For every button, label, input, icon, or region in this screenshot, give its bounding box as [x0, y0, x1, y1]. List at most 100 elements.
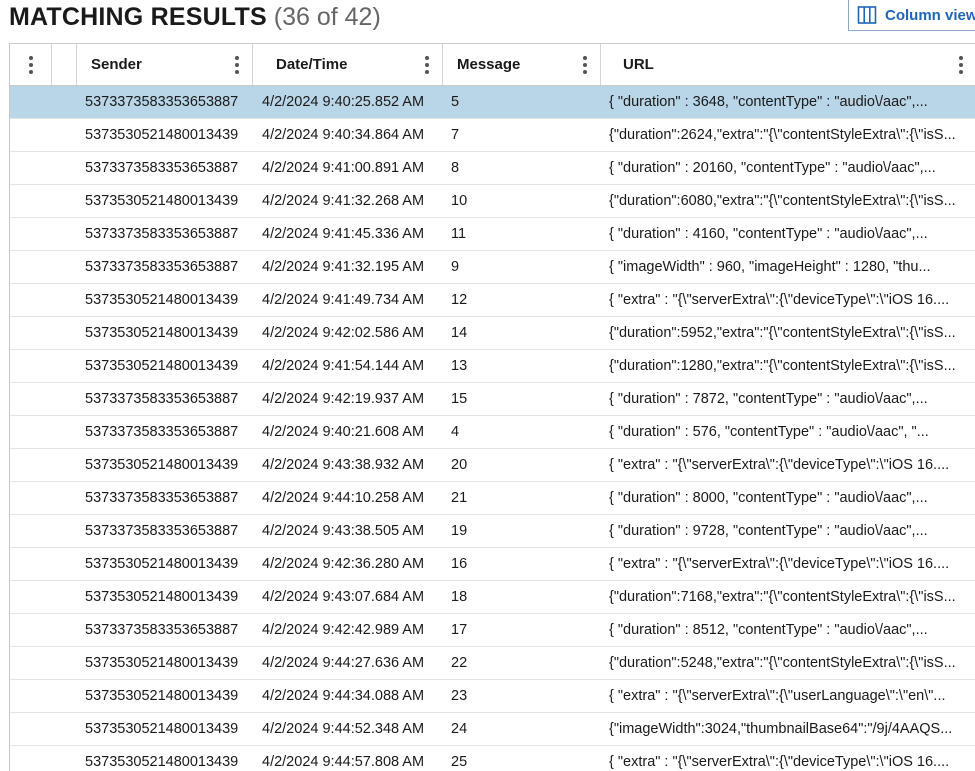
message-cell-text: 11 [451, 226, 467, 242]
url-cell-text: { "extra" : "{\"serverExtra\":{\"deviceT… [609, 292, 950, 308]
row-handle [10, 350, 52, 382]
url-cell-text: { "duration" : 7872, "contentType" : "au… [609, 391, 928, 407]
message-cell: 9 [443, 251, 601, 283]
table-row[interactable]: 5373530521480013439 4/2/2024 9:43:38.932 … [10, 449, 975, 482]
url-cell-text: { "extra" : "{\"serverExtra\":{\"userLan… [609, 688, 946, 704]
column-view-button[interactable]: Column view [848, 0, 975, 31]
message-cell: 15 [443, 383, 601, 415]
message-cell-text: 18 [451, 589, 468, 605]
datetime-cell: 4/2/2024 9:42:36.280 AM [253, 548, 443, 580]
datetime-cell: 4/2/2024 9:44:10.258 AM [253, 482, 443, 514]
table-row[interactable]: 5373530521480013439 4/2/2024 9:44:34.088 … [10, 680, 975, 713]
table-row[interactable]: 5373530521480013439 4/2/2024 9:43:07.684 … [10, 581, 975, 614]
sender-cell-text: 5373373583353653887 [85, 160, 239, 176]
sender-cell: 5373530521480013439 [77, 119, 253, 151]
datetime-cell: 4/2/2024 9:41:32.268 AM [253, 185, 443, 217]
column-header-sender[interactable]: Sender [77, 44, 253, 85]
datetime-cell-text: 4/2/2024 9:42:02.586 AM [262, 325, 425, 341]
url-cell-text: {"imageWidth":3024,"thumbnailBase64":"/9… [609, 721, 953, 737]
message-cell-text: 22 [451, 655, 468, 671]
table-row[interactable]: 5373530521480013439 4/2/2024 9:44:52.348 … [10, 713, 975, 746]
datetime-cell-text: 4/2/2024 9:41:45.336 AM [262, 226, 425, 242]
table-row[interactable]: 5373373583353653887 4/2/2024 9:40:25.852 … [10, 86, 975, 119]
column-header-url[interactable]: URL [601, 44, 975, 85]
row-spacer [52, 647, 77, 679]
datetime-cell-text: 4/2/2024 9:42:42.989 AM [262, 622, 425, 638]
more-vertical-icon[interactable] [582, 55, 588, 75]
datetime-cell: 4/2/2024 9:41:45.336 AM [253, 218, 443, 250]
table-row[interactable]: 5373373583353653887 4/2/2024 9:41:32.195 … [10, 251, 975, 284]
sender-cell-text: 5373373583353653887 [85, 259, 239, 275]
sender-cell: 5373373583353653887 [77, 383, 253, 415]
row-handle [10, 119, 52, 151]
table-row[interactable]: 5373373583353653887 4/2/2024 9:40:21.608 … [10, 416, 975, 449]
row-spacer [52, 416, 77, 448]
url-cell-text: {"duration":5952,"extra":"{\"contentStyl… [609, 325, 956, 341]
sender-cell: 5373530521480013439 [77, 284, 253, 316]
message-cell: 10 [443, 185, 601, 217]
table-row[interactable]: 5373530521480013439 4/2/2024 9:41:49.734 … [10, 284, 975, 317]
row-spacer [52, 581, 77, 613]
column-view-icon [857, 6, 877, 24]
datetime-cell-text: 4/2/2024 9:41:32.268 AM [262, 193, 425, 209]
row-spacer [52, 713, 77, 745]
spacer-header [52, 44, 77, 85]
url-cell-text: { "extra" : "{\"serverExtra\":{\"deviceT… [609, 457, 950, 473]
table-row[interactable]: 5373373583353653887 4/2/2024 9:43:38.505 … [10, 515, 975, 548]
column-view-label: Column view [885, 6, 975, 24]
sender-cell-text: 5373530521480013439 [85, 127, 239, 143]
row-spacer [52, 86, 77, 118]
url-cell: {"duration":6080,"extra":"{\"contentStyl… [601, 185, 975, 217]
url-cell: { "extra" : "{\"serverExtra\":{\"deviceT… [601, 548, 975, 580]
column-header-message[interactable]: Message [443, 44, 601, 85]
datetime-cell-text: 4/2/2024 9:43:38.932 AM [262, 457, 425, 473]
sender-cell-text: 5373530521480013439 [85, 556, 239, 572]
sender-cell: 5373373583353653887 [77, 614, 253, 646]
table-row[interactable]: 5373530521480013439 4/2/2024 9:42:36.280 … [10, 548, 975, 581]
datetime-cell: 4/2/2024 9:41:54.144 AM [253, 350, 443, 382]
url-cell: {"duration":7168,"extra":"{\"contentStyl… [601, 581, 975, 613]
table-row[interactable]: 5373530521480013439 4/2/2024 9:40:34.864 … [10, 119, 975, 152]
table-row[interactable]: 5373373583353653887 4/2/2024 9:42:19.937 … [10, 383, 975, 416]
sender-cell: 5373530521480013439 [77, 581, 253, 613]
message-cell-text: 16 [451, 556, 468, 572]
row-handle [10, 152, 52, 184]
row-spacer [52, 449, 77, 481]
row-handle [10, 251, 52, 283]
table-row[interactable]: 5373530521480013439 4/2/2024 9:44:27.636 … [10, 647, 975, 680]
more-vertical-icon[interactable] [958, 55, 964, 75]
column-header-label: Sender [91, 56, 142, 73]
table-row[interactable]: 5373373583353653887 4/2/2024 9:41:45.336 … [10, 218, 975, 251]
column-header-datetime[interactable]: Date/Time [253, 44, 443, 85]
row-handle [10, 383, 52, 415]
row-handle [10, 713, 52, 745]
url-cell: { "duration" : 7872, "contentType" : "au… [601, 383, 975, 415]
datetime-cell: 4/2/2024 9:44:34.088 AM [253, 680, 443, 712]
message-cell: 25 [443, 746, 601, 771]
table-row[interactable]: 5373530521480013439 4/2/2024 9:41:32.268 … [10, 185, 975, 218]
more-vertical-icon[interactable] [424, 55, 430, 75]
table-row[interactable]: 5373530521480013439 4/2/2024 9:41:54.144 … [10, 350, 975, 383]
url-cell-text: { "duration" : 4160, "contentType" : "au… [609, 226, 928, 242]
table-row[interactable]: 5373530521480013439 4/2/2024 9:44:57.808 … [10, 746, 975, 771]
table-row[interactable]: 5373373583353653887 4/2/2024 9:41:00.891 … [10, 152, 975, 185]
table-row[interactable]: 5373373583353653887 4/2/2024 9:42:42.989 … [10, 614, 975, 647]
sender-cell-text: 5373530521480013439 [85, 457, 239, 473]
url-cell: {"duration":5248,"extra":"{\"contentStyl… [601, 647, 975, 679]
row-menu-header[interactable] [10, 44, 52, 85]
results-grid: Sender Date/Time Message URL 53733735833… [9, 43, 975, 771]
more-vertical-icon[interactable] [234, 55, 240, 75]
sender-cell-text: 5373530521480013439 [85, 358, 239, 374]
message-cell-text: 12 [451, 292, 468, 308]
sender-cell-text: 5373373583353653887 [85, 226, 239, 242]
message-cell-text: 24 [451, 721, 468, 737]
row-spacer [52, 515, 77, 547]
message-cell: 21 [443, 482, 601, 514]
table-row[interactable]: 5373530521480013439 4/2/2024 9:42:02.586 … [10, 317, 975, 350]
url-cell: { "extra" : "{\"serverExtra\":{\"deviceT… [601, 449, 975, 481]
table-row[interactable]: 5373373583353653887 4/2/2024 9:44:10.258 … [10, 482, 975, 515]
datetime-cell: 4/2/2024 9:41:00.891 AM [253, 152, 443, 184]
more-vertical-icon[interactable] [28, 55, 34, 75]
row-spacer [52, 350, 77, 382]
sender-cell: 5373530521480013439 [77, 449, 253, 481]
